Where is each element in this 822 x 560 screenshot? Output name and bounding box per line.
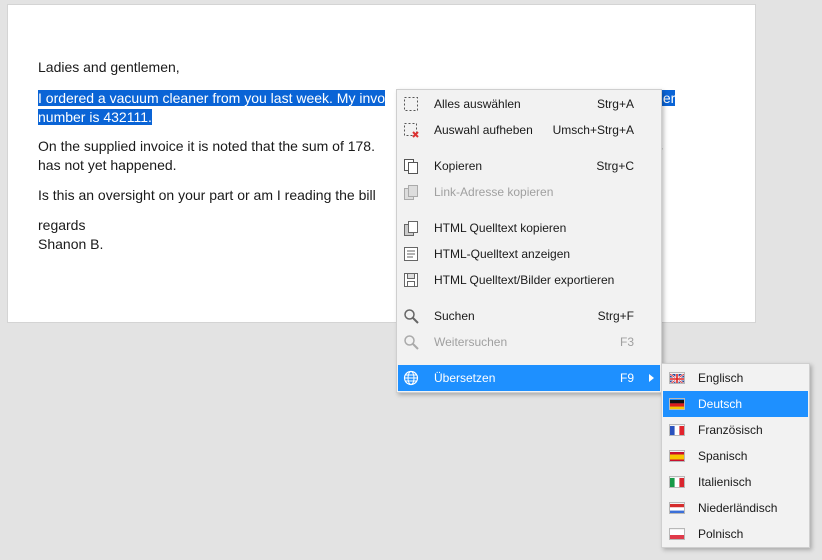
menu-item-label: HTML Quelltext/Bilder exportieren — [434, 273, 615, 287]
translate-submenu: Englisch Deutsch Französisch Spanisch It… — [661, 363, 810, 548]
selected-text-line2[interactable]: number is 432111. — [38, 109, 152, 125]
italy-flag-icon — [669, 476, 685, 488]
search-icon — [403, 308, 419, 324]
search-next-icon — [403, 334, 419, 350]
submenu-item-label: Deutsch — [698, 397, 743, 411]
submenu-item-italian[interactable]: Italienisch — [663, 469, 808, 495]
menu-item-translate[interactable]: Übersetzen F9 — [398, 365, 660, 391]
menu-item-shortcut: Strg+C — [596, 159, 634, 173]
invoice-text-start: On the supplied invoice it is noted that… — [38, 138, 375, 154]
copy-icon — [403, 158, 419, 174]
menu-item-copy-link[interactable]: Link-Adresse kopieren — [398, 179, 660, 205]
menu-item-label: Link-Adresse kopieren — [434, 185, 554, 199]
submenu-item-label: Polnisch — [698, 527, 744, 541]
submenu-item-german[interactable]: Deutsch — [663, 391, 808, 417]
submenu-item-polish[interactable]: Polnisch — [663, 521, 808, 547]
germany-flag-icon — [669, 398, 685, 410]
menu-item-label: Kopieren — [434, 159, 483, 173]
menu-item-shortcut: Umsch+Strg+A — [552, 123, 634, 137]
submenu-item-spanish[interactable]: Spanisch — [663, 443, 808, 469]
submenu-item-dutch[interactable]: Niederländisch — [663, 495, 808, 521]
menu-item-label: HTML-Quelltext anzeigen — [434, 247, 571, 261]
menu-item-shortcut: Strg+A — [596, 97, 634, 111]
submenu-item-label: Niederländisch — [698, 501, 778, 515]
menu-item-search[interactable]: Suchen Strg+F — [398, 303, 660, 329]
menu-item-html-copy[interactable]: HTML Quelltext kopieren — [398, 215, 660, 241]
submenu-item-label: Italienisch — [698, 475, 752, 489]
menu-item-copy[interactable]: Kopieren Strg+C — [398, 153, 660, 179]
menu-item-deselect[interactable]: Auswahl aufheben Umsch+Strg+A — [398, 117, 660, 143]
menu-item-shortcut: Strg+F — [597, 309, 634, 323]
greeting-text: Ladies and gentlemen, — [38, 59, 180, 75]
menu-item-label: Auswahl aufheben — [434, 123, 533, 137]
menu-item-html-view[interactable]: HTML-Quelltext anzeigen — [398, 241, 660, 267]
invoice-text-line2: has not yet happened. — [38, 157, 177, 173]
submenu-item-english[interactable]: Englisch — [663, 365, 808, 391]
menu-item-select-all[interactable]: Alles auswählen Strg+A — [398, 91, 660, 117]
globe-icon — [403, 370, 419, 386]
poland-flag-icon — [669, 528, 685, 540]
link-copy-icon — [403, 184, 419, 200]
netherlands-flag-icon — [669, 502, 685, 514]
selected-text-line1[interactable]: I ordered a vacuum cleaner from you last… — [38, 90, 386, 106]
france-flag-icon — [669, 424, 685, 436]
spain-flag-icon — [669, 450, 685, 462]
menu-item-label: HTML Quelltext kopieren — [434, 221, 567, 235]
menu-item-label: Weitersuchen — [434, 335, 508, 349]
save-icon — [403, 272, 419, 288]
context-menu: Alles auswählen Strg+A Auswahl aufheben … — [396, 89, 662, 393]
menu-item-label: Alles auswählen — [434, 97, 521, 111]
html-copy-icon — [403, 220, 419, 236]
menu-item-label: Suchen — [434, 309, 475, 323]
submenu-item-french[interactable]: Französisch — [663, 417, 808, 443]
menu-item-search-next[interactable]: Weitersuchen F3 — [398, 329, 660, 355]
submenu-item-label: Spanisch — [698, 449, 748, 463]
submenu-item-label: Englisch — [698, 371, 744, 385]
menu-item-label: Übersetzen — [434, 371, 496, 385]
uk-flag-icon — [669, 372, 685, 384]
deselect-icon — [403, 122, 419, 138]
select-all-icon — [403, 96, 419, 112]
menu-item-html-export[interactable]: HTML Quelltext/Bilder exportieren — [398, 267, 660, 293]
html-view-icon — [403, 246, 419, 262]
submenu-arrow-icon[interactable] — [644, 365, 660, 391]
menu-item-shortcut: F3 — [619, 335, 634, 349]
menu-item-shortcut: F9 — [619, 371, 634, 385]
submenu-item-label: Französisch — [698, 423, 763, 437]
